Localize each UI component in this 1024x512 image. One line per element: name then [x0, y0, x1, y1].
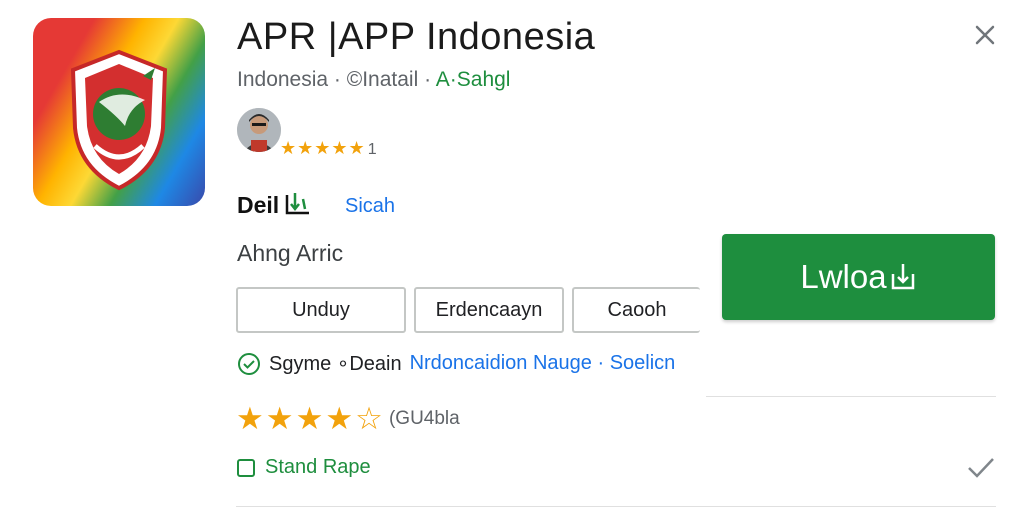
app-logo-icon — [33, 18, 205, 206]
download-icon — [891, 264, 914, 290]
app-install-card: APR |APP Indonesia Indonesia · ©Inatail … — [0, 0, 1024, 512]
chip-erdencaayn[interactable]: Erdencaayn — [414, 287, 564, 333]
details-row: Deil Sicah — [237, 191, 395, 219]
stand-option[interactable]: Stand Rape — [237, 456, 371, 479]
download-button[interactable]: Lwloa — [722, 234, 995, 320]
subtitle-developer: A·Sahgl — [435, 68, 511, 91]
info-text: Sgyme ∘Deain — [269, 353, 402, 375]
chip-unduy[interactable]: Unduy — [236, 287, 406, 333]
checkmark-icon[interactable] — [966, 455, 996, 481]
small-rating-stars: ★★★★★ — [280, 138, 366, 158]
subtitle-country: Indonesia · — [237, 68, 347, 91]
download-glyph-icon — [285, 193, 310, 215]
divider — [706, 396, 996, 397]
divider — [236, 506, 996, 507]
info-link[interactable]: Nrdoncaidion Nauge · Soelicn — [410, 352, 676, 375]
avatar — [237, 108, 281, 152]
check-circle-icon — [238, 352, 260, 375]
close-icon[interactable] — [970, 20, 1000, 50]
stand-label: Stand Rape — [265, 456, 371, 478]
info-row: Sgyme ∘Deain Nrdoncaidion Nauge · Soelic… — [237, 351, 675, 376]
section-label: Ahng Arric — [237, 240, 344, 266]
small-rating: ★★★★★ 1 — [280, 138, 378, 159]
app-subtitle: Indonesia · ©Inatail · A·Sahgl — [237, 68, 510, 92]
details-label: Deil — [237, 191, 280, 218]
details-link[interactable]: Sicah — [345, 195, 395, 218]
chip-caooh[interactable]: Caooh — [572, 287, 700, 333]
subtitle-meta: ©Inatail · — [346, 68, 436, 91]
checkbox-icon[interactable] — [237, 458, 255, 477]
small-rating-count: 1 — [367, 141, 378, 158]
app-title: APR |APP Indonesia — [237, 16, 596, 58]
rating-count: (GU4bla — [388, 408, 460, 429]
download-button-label: Lwloa — [800, 258, 887, 295]
rating-row: ★★★★☆ (GU4bla — [236, 401, 460, 437]
rating-stars: ★★★★☆ — [236, 401, 385, 436]
